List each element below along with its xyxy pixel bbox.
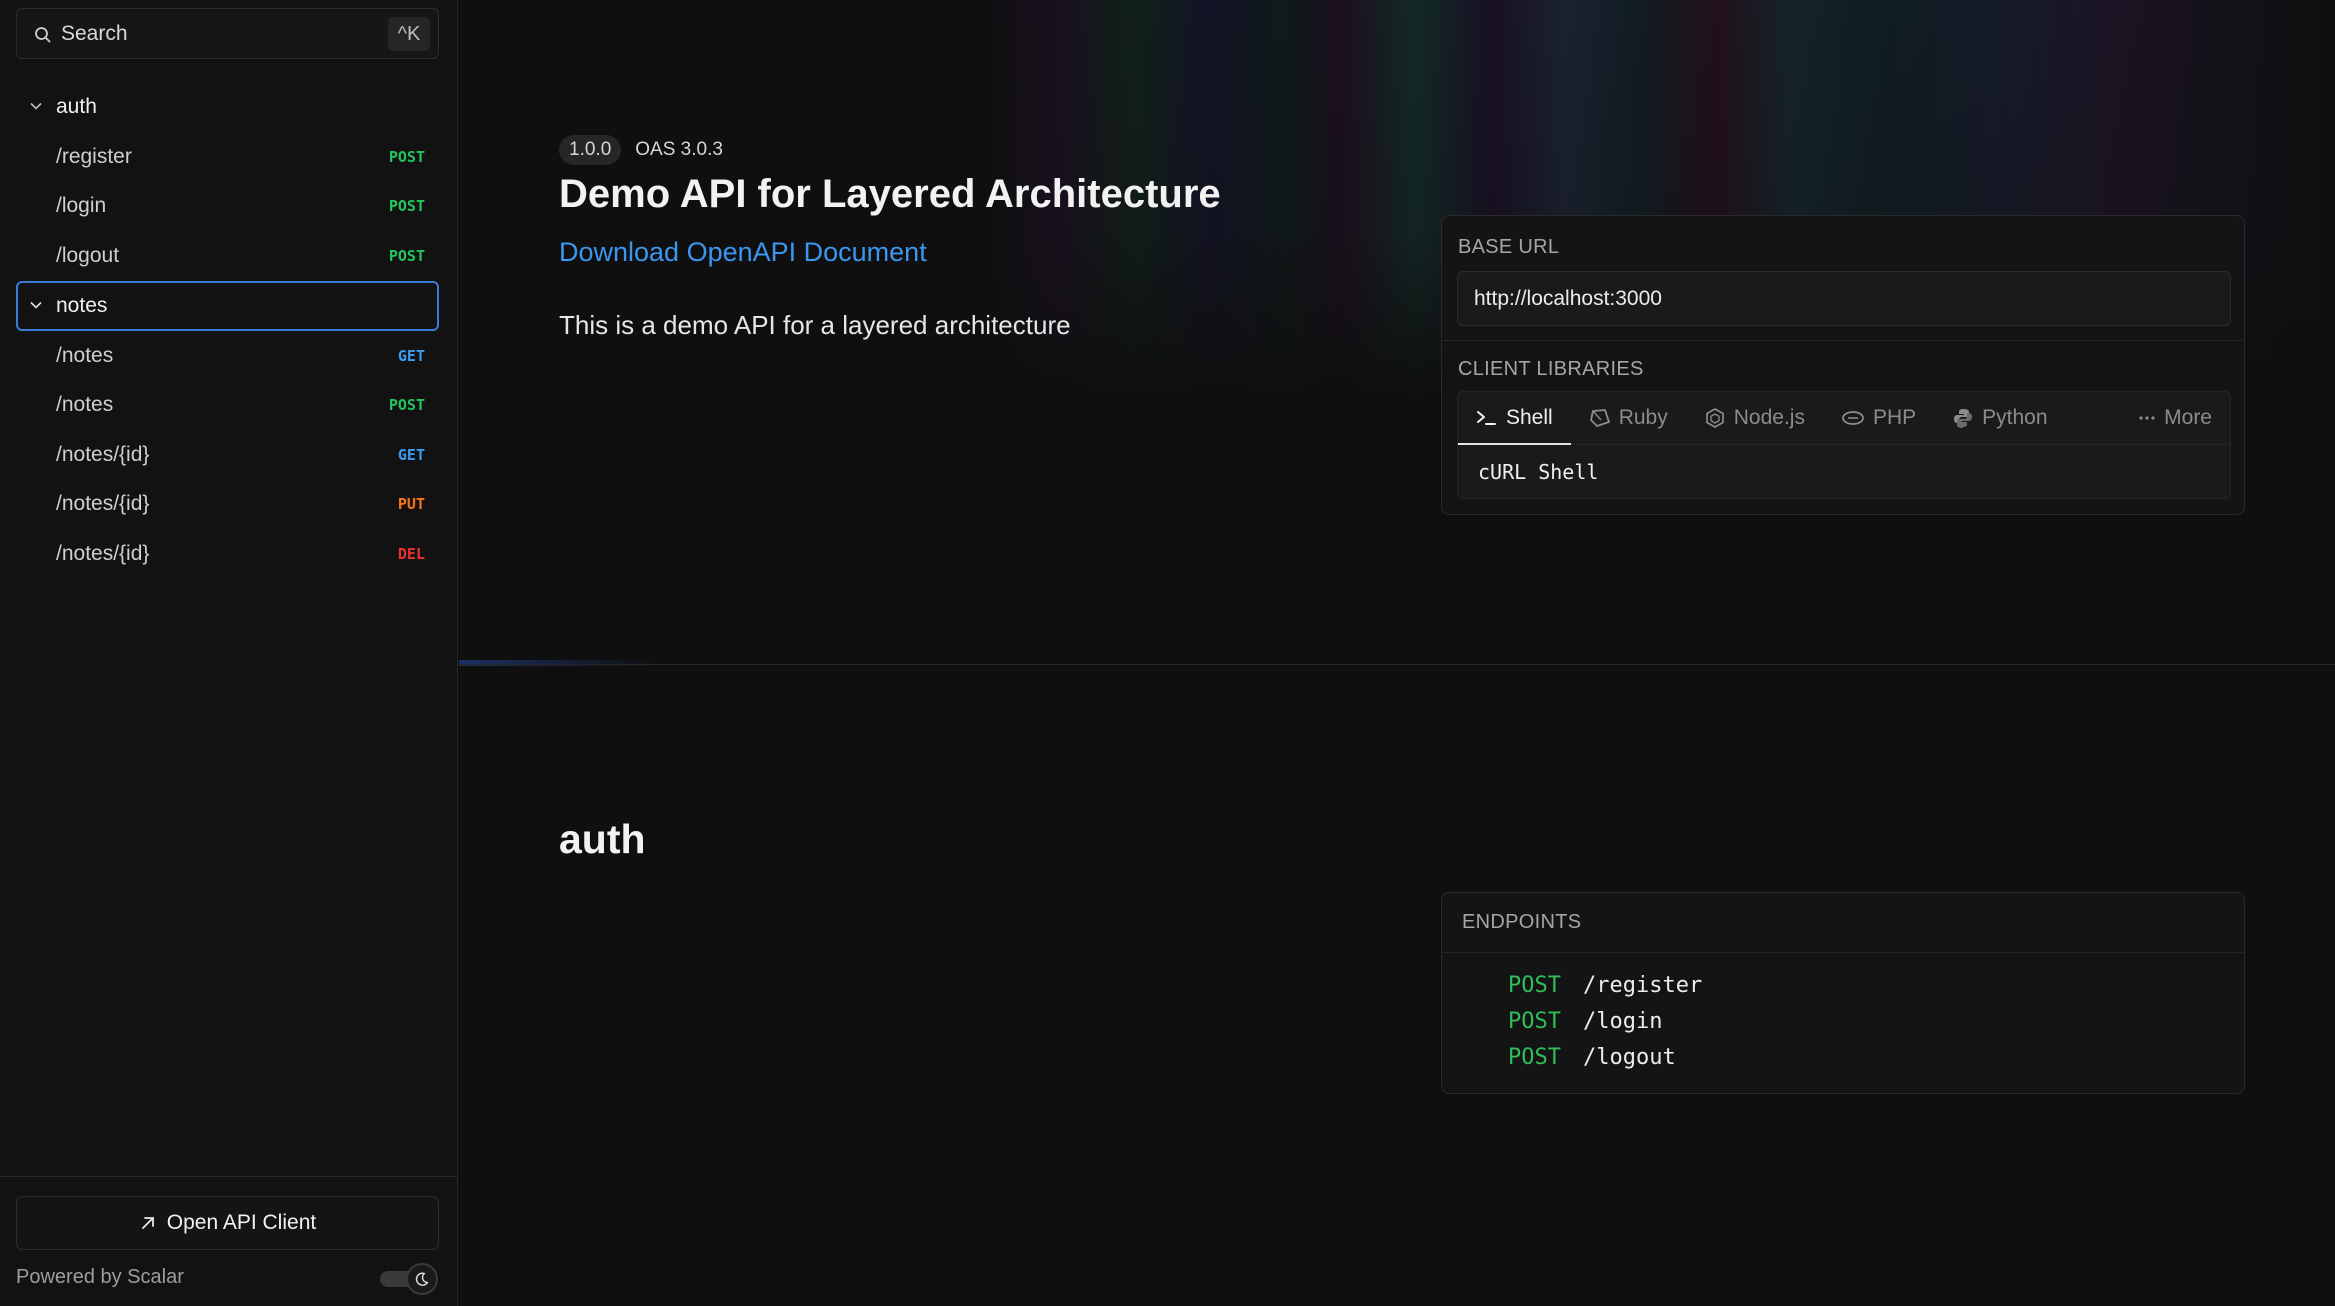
method-badge: DEL [397, 544, 425, 563]
sidebar-group-label: auth [56, 95, 97, 118]
endpoints-card: ENDPOINTS POST /register POST /login POS… [1441, 892, 2245, 1094]
open-api-client-button[interactable]: Open API Client [16, 1196, 439, 1250]
server-info-card: BASE URL http://localhost:3000 CLIENT LI… [1441, 215, 2245, 515]
sidebar: Search ^K auth /register POST /login POS… [0, 0, 458, 1306]
search-shortcut: ^K [388, 17, 430, 51]
tab-label: More [2164, 406, 2212, 429]
base-url-label: BASE URL [1458, 236, 1560, 258]
endpoint-path: /login [1582, 1008, 1663, 1034]
sidebar-item-logout[interactable]: /logout POST [16, 231, 439, 281]
search-icon [35, 27, 51, 43]
tab-php[interactable]: PHP [1823, 392, 1934, 444]
client-libraries-label: CLIENT LIBRARIES [1458, 358, 1644, 380]
endpoint-row-logout[interactable]: POST /logout [1508, 1039, 2244, 1075]
tab-label: Python [1982, 406, 2048, 429]
php-icon [1842, 411, 1864, 425]
section-divider [459, 664, 2335, 665]
sidebar-item-path: /logout [56, 243, 120, 267]
tab-ruby[interactable]: Ruby [1571, 392, 1686, 444]
tab-more[interactable]: More [2120, 392, 2230, 444]
card-divider [1442, 340, 2244, 341]
endpoint-row-login[interactable]: POST /login [1508, 1003, 2244, 1039]
method-badge: POST [388, 396, 425, 415]
version-badges: 1.0.0 OAS 3.0.3 [559, 135, 729, 165]
tab-shell[interactable]: Shell [1458, 392, 1571, 445]
sidebar-item-get-note[interactable]: /notes/{id} GET [16, 430, 439, 480]
powered-by-scalar[interactable]: Powered by Scalar [16, 1266, 184, 1289]
sidebar-item-path: /notes/{id} [56, 492, 150, 516]
tab-label: PHP [1872, 406, 1917, 429]
endpoint-row-register[interactable]: POST /register [1508, 967, 2244, 1003]
section-title-auth: auth [559, 816, 646, 862]
search-input[interactable]: Search ^K [16, 8, 439, 59]
search-placeholder: Search [61, 22, 128, 45]
sidebar-item-post-notes[interactable]: /notes POST [16, 380, 439, 430]
sidebar-item-login[interactable]: /login POST [16, 182, 439, 232]
sidebar-item-path: /notes [56, 343, 114, 367]
sidebar-item-path: /login [56, 194, 107, 218]
page-title: Demo API for Layered Architecture [559, 172, 1221, 216]
oas-badge: OAS 3.0.3 [635, 139, 723, 160]
endpoint-method: POST [1508, 1008, 1561, 1034]
moon-icon [415, 1272, 429, 1286]
sidebar-group-notes[interactable]: notes [16, 280, 439, 331]
section-divider-glow [459, 660, 659, 666]
chevron-down-icon [30, 102, 42, 110]
endpoints-header: ENDPOINTS [1442, 893, 2244, 953]
download-openapi-link[interactable]: Download OpenAPI Document [559, 237, 927, 268]
arrow-up-right-icon [141, 1217, 154, 1229]
ruby-icon [1589, 409, 1610, 427]
tab-label: Ruby [1618, 406, 1668, 429]
sidebar-item-path: /notes [56, 393, 114, 417]
sidebar-footer: Open API Client Powered by Scalar [0, 1176, 458, 1306]
tab-nodejs[interactable]: Node.js [1686, 392, 1823, 444]
open-api-client-label: Open API Client [166, 1211, 317, 1234]
endpoint-path: /logout [1582, 1044, 1676, 1070]
sidebar-item-path: /notes/{id} [56, 442, 150, 466]
toggle-knob [406, 1263, 438, 1295]
tab-label: Node.js [1733, 406, 1805, 429]
base-url-input[interactable]: http://localhost:3000 [1457, 271, 2231, 326]
version-badge: 1.0.0 [559, 135, 622, 165]
main-content: 1.0.0 OAS 3.0.3 Demo API for Layered Arc… [459, 0, 2335, 1306]
sidebar-item-path: /notes/{id} [56, 541, 150, 565]
chevron-down-icon [30, 301, 42, 309]
method-badge: PUT [397, 495, 425, 514]
nodejs-icon [1705, 408, 1724, 428]
method-badge: GET [397, 445, 425, 464]
sidebar-item-path: /register [56, 144, 132, 168]
client-variant-selector[interactable]: cURL Shell [1457, 445, 2231, 499]
sidebar-group-auth[interactable]: auth [16, 82, 439, 132]
terminal-icon [1477, 411, 1496, 425]
sidebar-item-put-note[interactable]: /notes/{id} PUT [16, 480, 439, 530]
dark-mode-toggle[interactable] [380, 1263, 438, 1295]
method-badge: POST [388, 147, 425, 166]
endpoint-method: POST [1508, 1044, 1561, 1070]
tab-label: Shell [1506, 406, 1553, 429]
endpoint-path: /register [1582, 972, 1703, 998]
sidebar-nav: auth /register POST /login POST /logout … [16, 82, 439, 579]
api-description: This is a demo API for a layered archite… [559, 310, 1071, 340]
endpoint-method: POST [1508, 972, 1561, 998]
method-badge: POST [388, 246, 425, 265]
python-icon [1954, 409, 1973, 428]
sidebar-group-label: notes [56, 293, 108, 317]
endpoints-label: ENDPOINTS [1462, 911, 1582, 933]
sidebar-item-register[interactable]: /register POST [16, 132, 439, 182]
more-icon [2139, 416, 2155, 420]
client-library-tabs: Shell Ruby Node.js PHP Python More [1457, 391, 2231, 445]
method-badge: GET [397, 346, 425, 365]
method-badge: POST [388, 197, 425, 216]
sidebar-item-get-notes[interactable]: /notes GET [16, 331, 439, 381]
tab-python[interactable]: Python [1934, 392, 2065, 444]
sidebar-item-delete-note[interactable]: /notes/{id} DEL [16, 529, 439, 579]
endpoints-list: POST /register POST /login POST /logout [1442, 953, 2244, 1075]
